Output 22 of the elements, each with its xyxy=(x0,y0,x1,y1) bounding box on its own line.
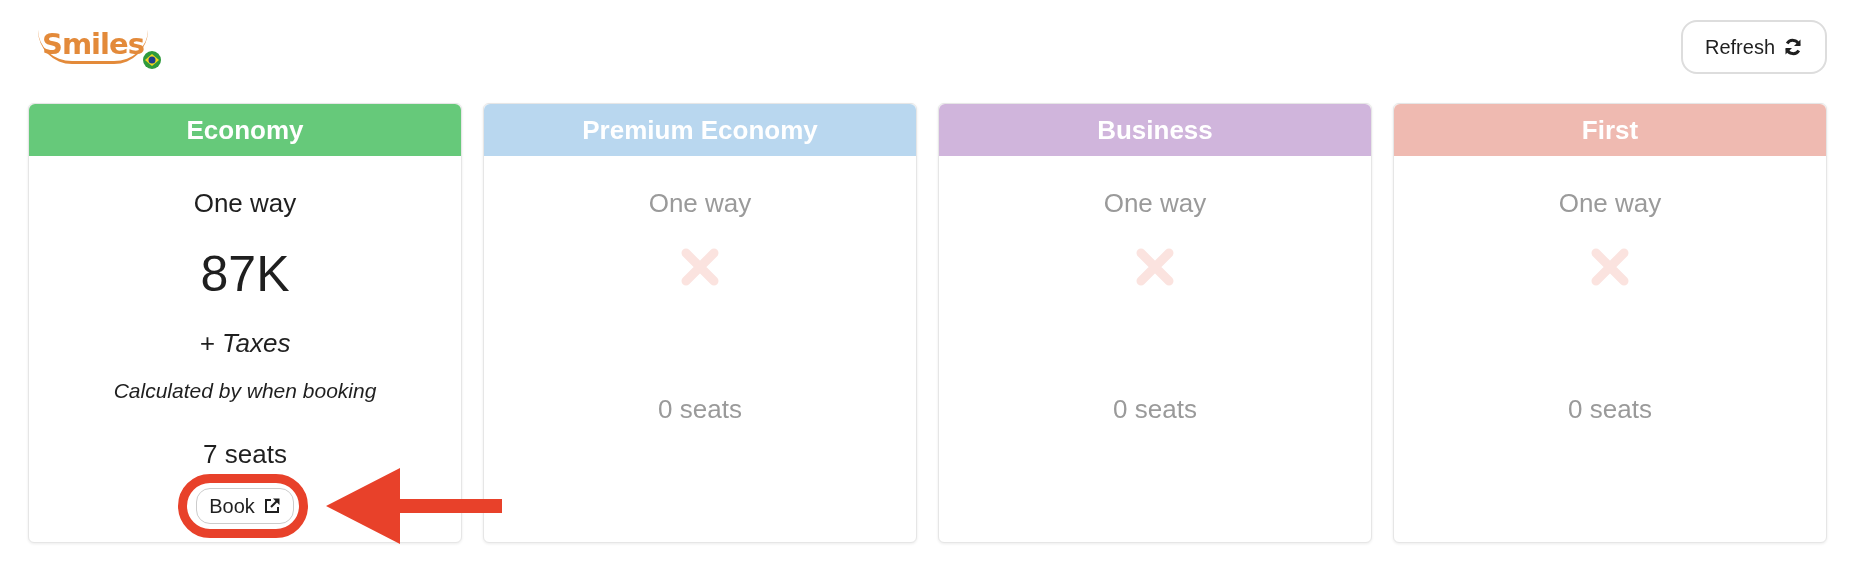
seats-count: 7 seats xyxy=(203,437,287,471)
trip-type: One way xyxy=(1103,187,1207,220)
seats-count: 0 seats xyxy=(658,393,742,426)
seats-count: 0 seats xyxy=(1113,393,1197,426)
trip-type: One way xyxy=(1558,187,1662,220)
cabin-header: Business xyxy=(939,104,1371,156)
unavailable-x-icon xyxy=(680,247,720,287)
seats-count: 0 seats xyxy=(1568,393,1652,426)
miles-price: 87K xyxy=(200,245,290,304)
trip-type: One way xyxy=(648,187,752,220)
cabin-header: Premium Economy xyxy=(484,104,916,156)
trip-type: One way xyxy=(193,187,297,220)
refresh-button[interactable]: Refresh xyxy=(1680,20,1827,74)
unavailable-x-icon xyxy=(1135,247,1175,287)
book-button[interactable]: Book xyxy=(196,487,294,524)
external-link-icon xyxy=(262,496,281,515)
refresh-icon xyxy=(1783,37,1803,57)
taxes-note: Calculated by when booking xyxy=(113,378,377,404)
unavailable-x-icon xyxy=(1590,247,1630,287)
cabin-header: First xyxy=(1394,104,1826,156)
cabin-header: Economy xyxy=(29,104,461,156)
taxes-label: + Taxes xyxy=(199,327,291,360)
